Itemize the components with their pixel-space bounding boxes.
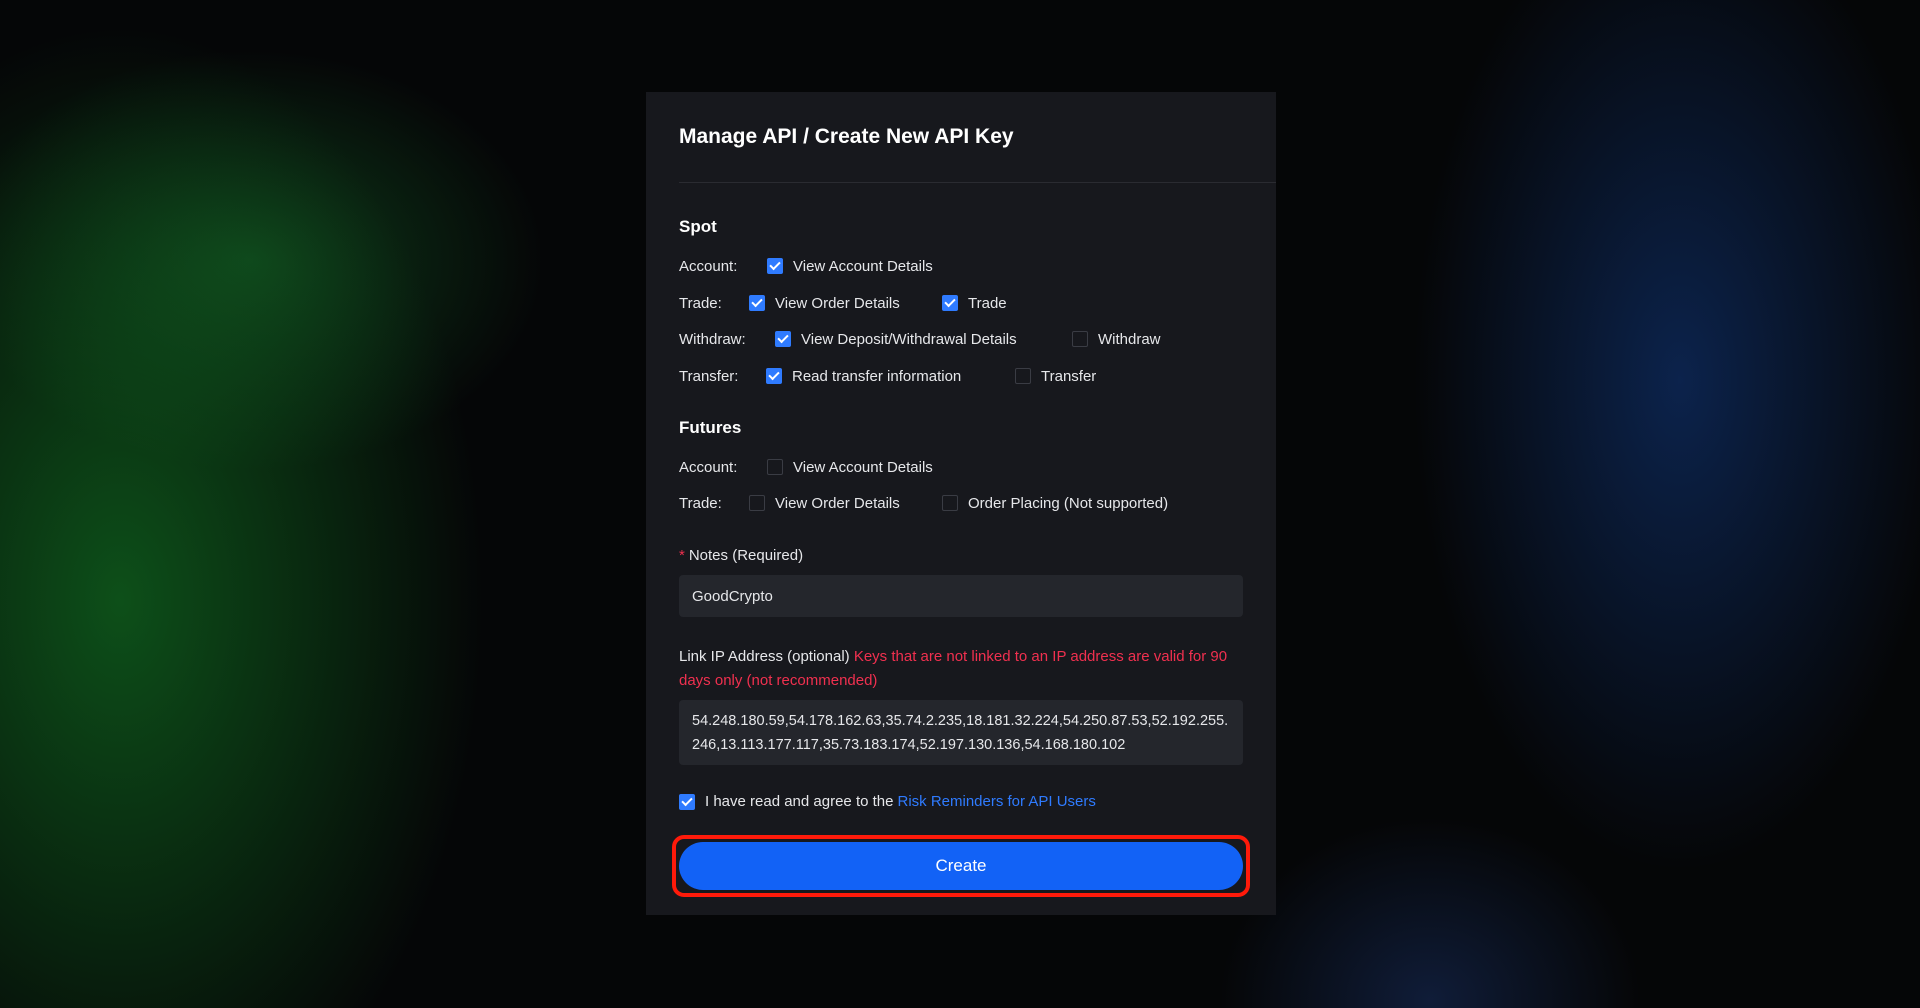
ip-address-label: Link IP Address (optional) Keys that are… — [679, 645, 1249, 693]
spot-withdraw-row: Withdraw: View Deposit/Withdrawal Detail… — [679, 328, 1161, 350]
spot-view-deposit-withdrawal-option[interactable]: View Deposit/Withdrawal Details — [775, 331, 1017, 348]
page-title: Manage API / Create New API Key — [679, 125, 1014, 148]
option-label: View Account Details — [793, 257, 933, 275]
option-label: Trade — [968, 294, 1007, 312]
highlight-outline — [672, 835, 1250, 897]
spot-trade-option[interactable]: Trade — [942, 295, 1007, 312]
option-label: View Order Details — [775, 494, 900, 512]
checkbox-icon[interactable] — [1015, 368, 1031, 384]
futures-view-account-details-option[interactable]: View Account Details — [767, 459, 933, 476]
option-label: Order Placing (Not supported) — [968, 494, 1169, 512]
notes-label-text: Notes (Required) — [688, 547, 804, 564]
option-label: View Deposit/Withdrawal Details — [801, 330, 1017, 348]
futures-order-placing-option[interactable]: Order Placing (Not supported) — [942, 495, 1168, 512]
spot-trade-label: Trade: — [679, 294, 722, 312]
option-label: View Order Details — [775, 294, 900, 312]
checkbox-icon[interactable] — [1072, 331, 1088, 347]
spot-transfer-row: Transfer: Read transfer information Tran… — [679, 365, 1096, 387]
futures-account-row: Account: View Account Details — [679, 456, 933, 478]
notes-input[interactable]: GoodCrypto — [679, 575, 1243, 617]
title-divider — [679, 182, 1276, 183]
section-spot-heading: Spot — [679, 217, 717, 236]
risk-reminders-link[interactable]: Risk Reminders for API Users — [897, 793, 1095, 810]
checkbox-icon[interactable] — [942, 295, 958, 311]
futures-view-order-details-option[interactable]: View Order Details — [749, 495, 900, 512]
checkbox-icon[interactable] — [767, 258, 783, 274]
option-label: Read transfer information — [792, 367, 962, 385]
notes-label: * Notes (Required) — [679, 547, 803, 564]
create-api-key-panel: Manage API / Create New API Key Spot Acc… — [646, 92, 1276, 915]
futures-trade-row: Trade: View Order Details Order Placing … — [679, 492, 1168, 514]
ip-address-textarea[interactable]: 54.248.180.59,54.178.162.63,35.74.2.235,… — [679, 700, 1243, 765]
checkbox-icon[interactable] — [775, 331, 791, 347]
required-star: * — [679, 547, 685, 564]
option-label: Transfer — [1041, 367, 1097, 385]
spot-account-row: Account: View Account Details — [679, 255, 933, 277]
spot-transfer-label: Transfer: — [679, 367, 739, 385]
agree-checkbox-row[interactable]: I have read and agree to the Risk Remind… — [679, 793, 1096, 810]
spot-read-transfer-info-option[interactable]: Read transfer information — [766, 368, 961, 385]
checkbox-icon[interactable] — [749, 495, 765, 511]
ip-label-text: Link IP Address (optional) — [679, 648, 850, 665]
spot-view-order-details-option[interactable]: View Order Details — [749, 295, 900, 312]
futures-account-label: Account: — [679, 458, 738, 476]
spot-trade-row: Trade: View Order Details Trade — [679, 292, 1007, 314]
spot-withdraw-label: Withdraw: — [679, 330, 746, 348]
option-label: Withdraw — [1098, 330, 1161, 348]
section-futures-heading: Futures — [679, 418, 742, 437]
option-label: View Account Details — [793, 458, 933, 476]
spot-withdraw-option[interactable]: Withdraw — [1072, 331, 1161, 348]
agree-text: I have read and agree to the — [705, 793, 894, 810]
spot-view-account-details-option[interactable]: View Account Details — [767, 258, 933, 275]
checkbox-icon[interactable] — [766, 368, 782, 384]
checkbox-icon[interactable] — [749, 295, 765, 311]
spot-transfer-option[interactable]: Transfer — [1015, 368, 1096, 385]
futures-trade-label: Trade: — [679, 494, 722, 512]
checkbox-icon[interactable] — [679, 793, 695, 810]
checkbox-icon[interactable] — [767, 459, 783, 475]
checkbox-icon[interactable] — [942, 495, 958, 511]
spot-account-label: Account: — [679, 257, 738, 275]
